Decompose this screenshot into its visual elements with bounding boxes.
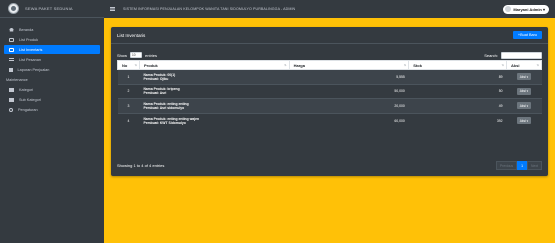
app-title: SISTEM INFORMASI PENJUALAN KELOMPOK WANI… (123, 7, 296, 11)
sidebar-item-label: Kategori (19, 87, 34, 92)
box-icon (9, 47, 14, 52)
show-label: Show (117, 52, 128, 58)
search-label: Search: (484, 52, 498, 58)
sidebar-item-laporan-penjualan[interactable]: Laporan Penjualan (4, 65, 100, 74)
sidebar-section-header: Maintenance (6, 78, 28, 82)
card-header: List Inventaris +Buat Baru (111, 27, 548, 44)
sidebar-item-label: Beranda (19, 27, 34, 32)
cell-aksi: Aksi ▾ (506, 83, 542, 99)
list-icon (9, 57, 14, 62)
cell-produk: Nama Produk: enting enting wajen Pembuat… (139, 112, 290, 128)
cell-harga: 20,000 (289, 98, 409, 113)
user-name: Maryani Admin ▾ (513, 6, 545, 12)
action-dropdown-button[interactable]: Aksi ▾ (516, 102, 532, 110)
sort-icon: ⇅ (536, 63, 539, 67)
cell-harga: 60,000 (289, 112, 409, 128)
cell-stok: 49 (408, 98, 507, 113)
search-input[interactable] (501, 51, 542, 59)
product-maker: Pembuat: KWT Sidomulyo (143, 120, 186, 125)
avatar (505, 6, 512, 12)
table-row: 3 Nama Produk: enting enting Pembuat: As… (117, 98, 542, 113)
column-header-harga[interactable]: Harga ⇅ (288, 60, 410, 70)
brand[interactable]: SEWA PAKET SEDUNIA (0, 0, 104, 18)
user-menu[interactable]: Maryani Admin ▾ (503, 4, 549, 14)
cell-harga: 5,555 (289, 69, 409, 84)
sidebar-item-list-inventaris[interactable]: List Inventaris (4, 45, 100, 54)
sidebar-item-list-produk[interactable]: List Produk (4, 35, 100, 44)
sidebar-item-pengaturan[interactable]: Pengaturan (4, 105, 100, 114)
pagination-previous[interactable]: Previous (495, 161, 518, 170)
cell-no: 4 (117, 112, 140, 128)
sidebar-item-beranda[interactable]: Beranda (4, 25, 100, 34)
cell-no: 2 (117, 83, 140, 99)
sort-icon: ⇅ (134, 63, 137, 67)
brand-logo (8, 3, 19, 14)
sidebar-item-label: Sub Kategori (19, 97, 41, 102)
table-icon (9, 87, 14, 92)
brand-text: SEWA PAKET SEDUNIA (25, 6, 73, 11)
table-row: 2 Nama Produk: kripeng Pembuat: Asri 50,… (117, 83, 542, 99)
table-header-row: No ⇅ Produk ⇅ Harga ⇅ Stok ⇅ Aksi ⇅ (117, 60, 542, 70)
table-row: 4 Nama Produk: enting enting wajen Pembu… (117, 112, 542, 128)
table-footer: Showing 1 to 4 of 4 entries Previous 1 N… (117, 161, 542, 170)
sidebar-item-label: Pengaturan (18, 107, 38, 112)
action-dropdown-button[interactable]: Aksi ▾ (516, 73, 532, 81)
topbar: SISTEM INFORMASI PENJUALAN KELOMPOK WANI… (104, 0, 555, 18)
menu-toggle-icon[interactable] (110, 7, 115, 11)
table-icon (9, 97, 14, 102)
product-maker: Pembuat: Asri (143, 91, 167, 96)
column-header-no[interactable]: No ⇅ (117, 60, 140, 70)
cell-no: 3 (117, 98, 140, 113)
action-dropdown-button[interactable]: Aksi ▾ (516, 117, 532, 124)
table-info: Showing 1 to 4 of 4 entries (117, 163, 165, 168)
cell-aksi: Aksi ▾ (506, 98, 542, 113)
home-icon (9, 27, 14, 32)
sidebar-item-list-pesanan[interactable]: List Pesanan (4, 55, 100, 64)
entries-control: Show 10 entries (117, 52, 157, 58)
cell-stok: 89 (408, 69, 507, 84)
table-row: 1 Nama Produk: 00(1) Pembuat: Ojiku 5,55… (117, 69, 542, 84)
search-control: Search: (484, 51, 542, 59)
sidebar-item-label: List Produk (19, 37, 38, 42)
inventory-table: No ⇅ Produk ⇅ Harga ⇅ Stok ⇅ Aksi ⇅ 1 Nama Pr… (117, 60, 542, 128)
table-controls: Show 10 entries Search: (111, 51, 548, 59)
cell-aksi: Aksi ▾ (506, 69, 542, 84)
cell-produk: Nama Produk: kripeng Pembuat: Asri (139, 83, 290, 99)
product-maker: Pembuat: Asri sidomulyo (143, 105, 185, 110)
pagination-next[interactable]: Next (527, 161, 542, 170)
column-header-produk[interactable]: Produk ⇅ (138, 60, 290, 70)
add-new-button[interactable]: +Buat Baru (512, 31, 542, 39)
sidebar: SEWA PAKET SEDUNIA Beranda List Produk L… (0, 0, 104, 243)
cell-no: 1 (117, 69, 140, 84)
box-icon (9, 37, 14, 42)
page-title: List Inventaris (117, 32, 146, 38)
column-header-stok[interactable]: Stok ⇅ (408, 60, 508, 70)
cell-produk: Nama Produk: enting enting Pembuat: Asri… (139, 98, 290, 113)
sidebar-item-sub-kategori[interactable]: Sub Kategori (4, 95, 100, 104)
column-header-aksi[interactable]: Aksi ⇅ (506, 60, 542, 70)
sidebar-item-kategori[interactable]: Kategori (4, 85, 100, 94)
sort-icon: ⇅ (403, 63, 407, 67)
cell-stok: 392 (408, 112, 507, 128)
cell-stok: 50 (408, 83, 507, 99)
sort-icon: ⇅ (284, 63, 287, 67)
action-dropdown-button[interactable]: Aksi ▾ (516, 87, 532, 95)
product-maker: Pembuat: Ojiku (143, 76, 169, 81)
main-content: List Inventaris +Buat Baru Show 10 entri… (104, 18, 555, 243)
entries-select[interactable]: 10 (130, 52, 143, 58)
cell-harga: 50,000 (289, 83, 409, 99)
pagination-page-1[interactable]: 1 (517, 161, 528, 170)
cell-aksi: Aksi ▾ (506, 112, 542, 128)
pagination: Previous 1 Next (495, 161, 542, 170)
cell-produk: Nama Produk: 00(1) Pembuat: Ojiku (139, 69, 290, 84)
inventory-card: List Inventaris +Buat Baru Show 10 entri… (111, 27, 548, 176)
sidebar-nav: Beranda List Produk List Inventaris List… (0, 18, 104, 114)
cog-icon (9, 107, 13, 112)
sidebar-item-label: List Pesanan (19, 57, 41, 62)
entries-label: entries (145, 52, 158, 58)
sidebar-item-label: Laporan Penjualan (17, 67, 50, 72)
sidebar-item-label: List Inventaris (19, 47, 43, 52)
sort-icon: ⇅ (501, 63, 505, 67)
file-icon (9, 67, 13, 72)
